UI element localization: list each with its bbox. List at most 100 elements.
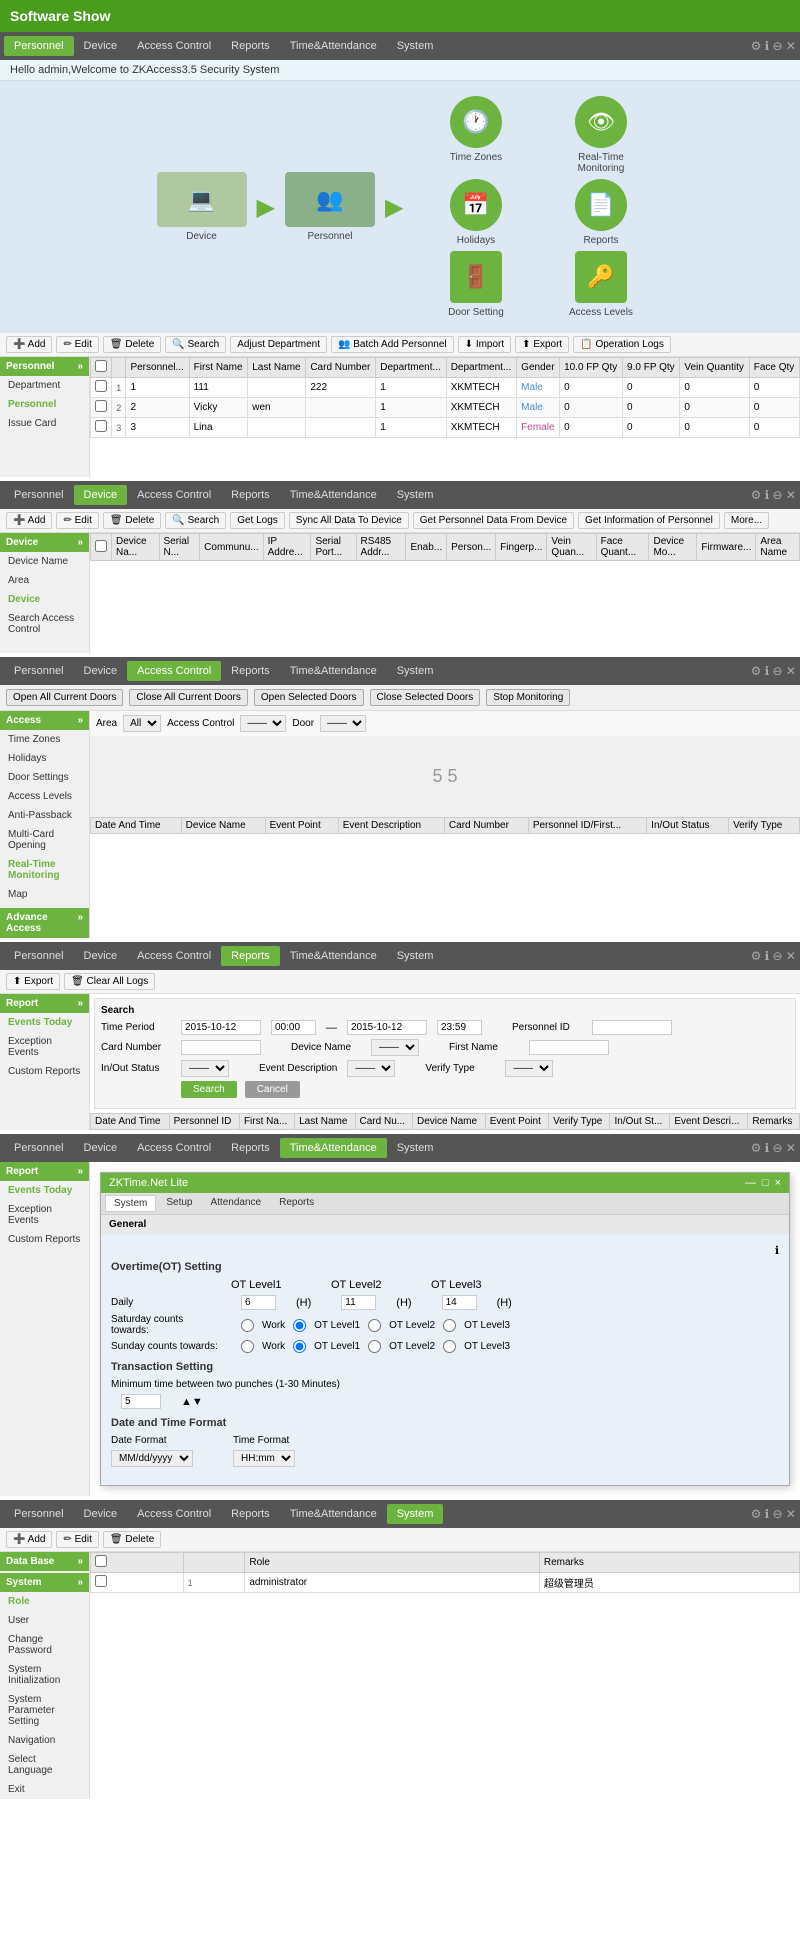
nav-personnel-d[interactable]: Personnel bbox=[4, 485, 74, 505]
select-all-checkbox[interactable] bbox=[95, 360, 107, 372]
nav-personnel-ac[interactable]: Personnel bbox=[4, 661, 74, 681]
reports-sidebar-expand[interactable]: » bbox=[77, 998, 83, 1009]
nav-system-ta[interactable]: System bbox=[387, 1138, 444, 1158]
nav-access-d[interactable]: Access Control bbox=[127, 485, 221, 505]
nav-device-r[interactable]: Device bbox=[74, 946, 128, 966]
sun-work[interactable] bbox=[241, 1340, 254, 1353]
dev-edit-btn[interactable]: ✏ Edit bbox=[56, 512, 98, 529]
card-number-input[interactable] bbox=[181, 1040, 261, 1055]
dev-sync-btn[interactable]: Sync All Data To Device bbox=[289, 512, 409, 529]
sidebar-map[interactable]: Map bbox=[0, 885, 89, 904]
sidebar-door-settings[interactable]: Door Settings bbox=[0, 768, 89, 787]
adjust-dept-btn[interactable]: Adjust Department bbox=[230, 336, 327, 353]
nav-reports-ta[interactable]: Reports bbox=[221, 1138, 280, 1158]
table-row[interactable]: 1 11112221XKMTECH Male0000 bbox=[91, 378, 800, 398]
dev-add-btn[interactable]: ➕ Add bbox=[6, 512, 52, 529]
sidebar-exit[interactable]: Exit bbox=[0, 1780, 89, 1799]
table-row[interactable]: 3 3Lina1XKMTECH Female0000 bbox=[91, 418, 800, 438]
verify-type-select[interactable]: —— bbox=[505, 1060, 553, 1077]
to-time-input[interactable] bbox=[437, 1020, 482, 1035]
nav-device-s[interactable]: Device bbox=[74, 1504, 128, 1524]
sat-ot1[interactable] bbox=[293, 1319, 306, 1332]
row-check[interactable] bbox=[95, 400, 107, 412]
ot-daily-l2-input[interactable] bbox=[341, 1295, 376, 1310]
sidebar-custom-r[interactable]: Custom Reports bbox=[0, 1062, 89, 1081]
nav-reports-d[interactable]: Reports bbox=[221, 485, 280, 505]
nav-system-s[interactable]: System bbox=[387, 1504, 444, 1524]
nav-ta-ac[interactable]: Time&Attendance bbox=[280, 661, 387, 681]
system-table-row[interactable]: 1 administrator 超级管理员 bbox=[91, 1573, 800, 1593]
sun-ot1[interactable] bbox=[293, 1340, 306, 1353]
door-select[interactable]: —— bbox=[320, 715, 366, 732]
sidebar-role[interactable]: Role bbox=[0, 1592, 89, 1611]
nav-personnel-p[interactable]: Personnel bbox=[4, 36, 74, 56]
nav-personnel-r[interactable]: Personnel bbox=[4, 946, 74, 966]
nav-device-ac[interactable]: Device bbox=[74, 661, 128, 681]
device-name-select[interactable]: —— bbox=[371, 1039, 419, 1056]
sidebar-department[interactable]: Department bbox=[0, 376, 89, 395]
device-sidebar-expand[interactable]: » bbox=[77, 537, 83, 548]
ot-daily-l3-input[interactable] bbox=[442, 1295, 477, 1310]
batch-add-btn[interactable]: 👥 Batch Add Personnel bbox=[331, 336, 454, 353]
nav-access-p[interactable]: Access Control bbox=[127, 36, 221, 56]
sidebar-navigation[interactable]: Navigation bbox=[0, 1731, 89, 1750]
sidebar-personnel[interactable]: Personnel bbox=[0, 395, 89, 414]
ta-tab-reports[interactable]: Reports bbox=[271, 1195, 322, 1212]
nav-ta-s[interactable]: Time&Attendance bbox=[280, 1504, 387, 1524]
nav-access-s[interactable]: Access Control bbox=[127, 1504, 221, 1524]
sys-delete-btn[interactable]: 🗑 Delete bbox=[103, 1531, 161, 1548]
sat-ot3[interactable] bbox=[443, 1319, 456, 1332]
stop-monitoring-btn[interactable]: Stop Monitoring bbox=[486, 689, 570, 706]
dev-more-btn[interactable]: More... bbox=[724, 512, 769, 529]
close-selected-btn[interactable]: Close Selected Doors bbox=[370, 689, 481, 706]
sidebar-access-levels[interactable]: Access Levels bbox=[0, 787, 89, 806]
nav-ta-d[interactable]: Time&Attendance bbox=[280, 485, 387, 505]
nav-reports-ac[interactable]: Reports bbox=[221, 661, 280, 681]
sys-sidebar-sys-expand[interactable]: » bbox=[77, 1577, 83, 1588]
close-all-btn[interactable]: Close All Current Doors bbox=[129, 689, 247, 706]
sys-row-check[interactable] bbox=[95, 1575, 107, 1587]
sidebar-issue-card[interactable]: Issue Card bbox=[0, 414, 89, 433]
sidebar-sys-param[interactable]: System Parameter Setting bbox=[0, 1690, 89, 1731]
nav-device-p[interactable]: Device bbox=[74, 36, 128, 56]
delete-btn[interactable]: 🗑 Delete bbox=[103, 336, 161, 353]
import-btn[interactable]: ⬇ Import bbox=[458, 336, 512, 353]
dev-search-btn[interactable]: 🔍 Search bbox=[165, 512, 226, 529]
nav-access-ta[interactable]: Access Control bbox=[127, 1138, 221, 1158]
nav-device-ta[interactable]: Device bbox=[74, 1138, 128, 1158]
nav-system-p[interactable]: System bbox=[387, 36, 444, 56]
sidebar-events-today-ta[interactable]: Events Today bbox=[0, 1181, 89, 1200]
nav-ta-r[interactable]: Time&Attendance bbox=[280, 946, 387, 966]
min-time-input[interactable] bbox=[121, 1394, 161, 1409]
dev-getinfo-btn[interactable]: Get Information of Personnel bbox=[578, 512, 720, 529]
access-sidebar-expand[interactable]: » bbox=[77, 715, 83, 726]
ta-maximize-btn[interactable]: □ bbox=[762, 1177, 769, 1189]
sidebar-user[interactable]: User bbox=[0, 1611, 89, 1630]
ta-sidebar-expand[interactable]: » bbox=[77, 1166, 83, 1177]
edit-btn[interactable]: ✏ Edit bbox=[56, 336, 98, 353]
sidebar-timezones[interactable]: Time Zones bbox=[0, 730, 89, 749]
sys-sidebar-db-expand[interactable]: » bbox=[77, 1556, 83, 1567]
nav-personnel-s[interactable]: Personnel bbox=[4, 1504, 74, 1524]
ac-select[interactable]: —— bbox=[240, 715, 286, 732]
personnel-sidebar-expand[interactable]: » bbox=[77, 361, 83, 372]
export-logs-btn[interactable]: ⬆ Export bbox=[6, 973, 60, 990]
sidebar-custom-ta[interactable]: Custom Reports bbox=[0, 1230, 89, 1249]
row-check[interactable] bbox=[95, 420, 107, 432]
inout-select[interactable]: —— bbox=[181, 1060, 229, 1077]
add-btn[interactable]: ➕ Add bbox=[6, 336, 52, 353]
sidebar-anti-passback[interactable]: Anti-Passback bbox=[0, 806, 89, 825]
row-check[interactable] bbox=[95, 380, 107, 392]
nav-system-r[interactable]: System bbox=[387, 946, 444, 966]
ot-daily-l1-input[interactable] bbox=[241, 1295, 276, 1310]
sidebar-select-lang[interactable]: Select Language bbox=[0, 1750, 89, 1780]
sys-edit-btn[interactable]: ✏ Edit bbox=[56, 1531, 98, 1548]
sidebar-realtime[interactable]: Real-Time Monitoring bbox=[0, 855, 89, 885]
dev-getlogs-btn[interactable]: Get Logs bbox=[230, 512, 285, 529]
from-time-input[interactable] bbox=[271, 1020, 316, 1035]
area-select[interactable]: All bbox=[123, 715, 161, 732]
sun-ot2[interactable] bbox=[368, 1340, 381, 1353]
sidebar-device[interactable]: Device bbox=[0, 590, 89, 609]
nav-personnel-ta[interactable]: Personnel bbox=[4, 1138, 74, 1158]
open-all-btn[interactable]: Open All Current Doors bbox=[6, 689, 123, 706]
